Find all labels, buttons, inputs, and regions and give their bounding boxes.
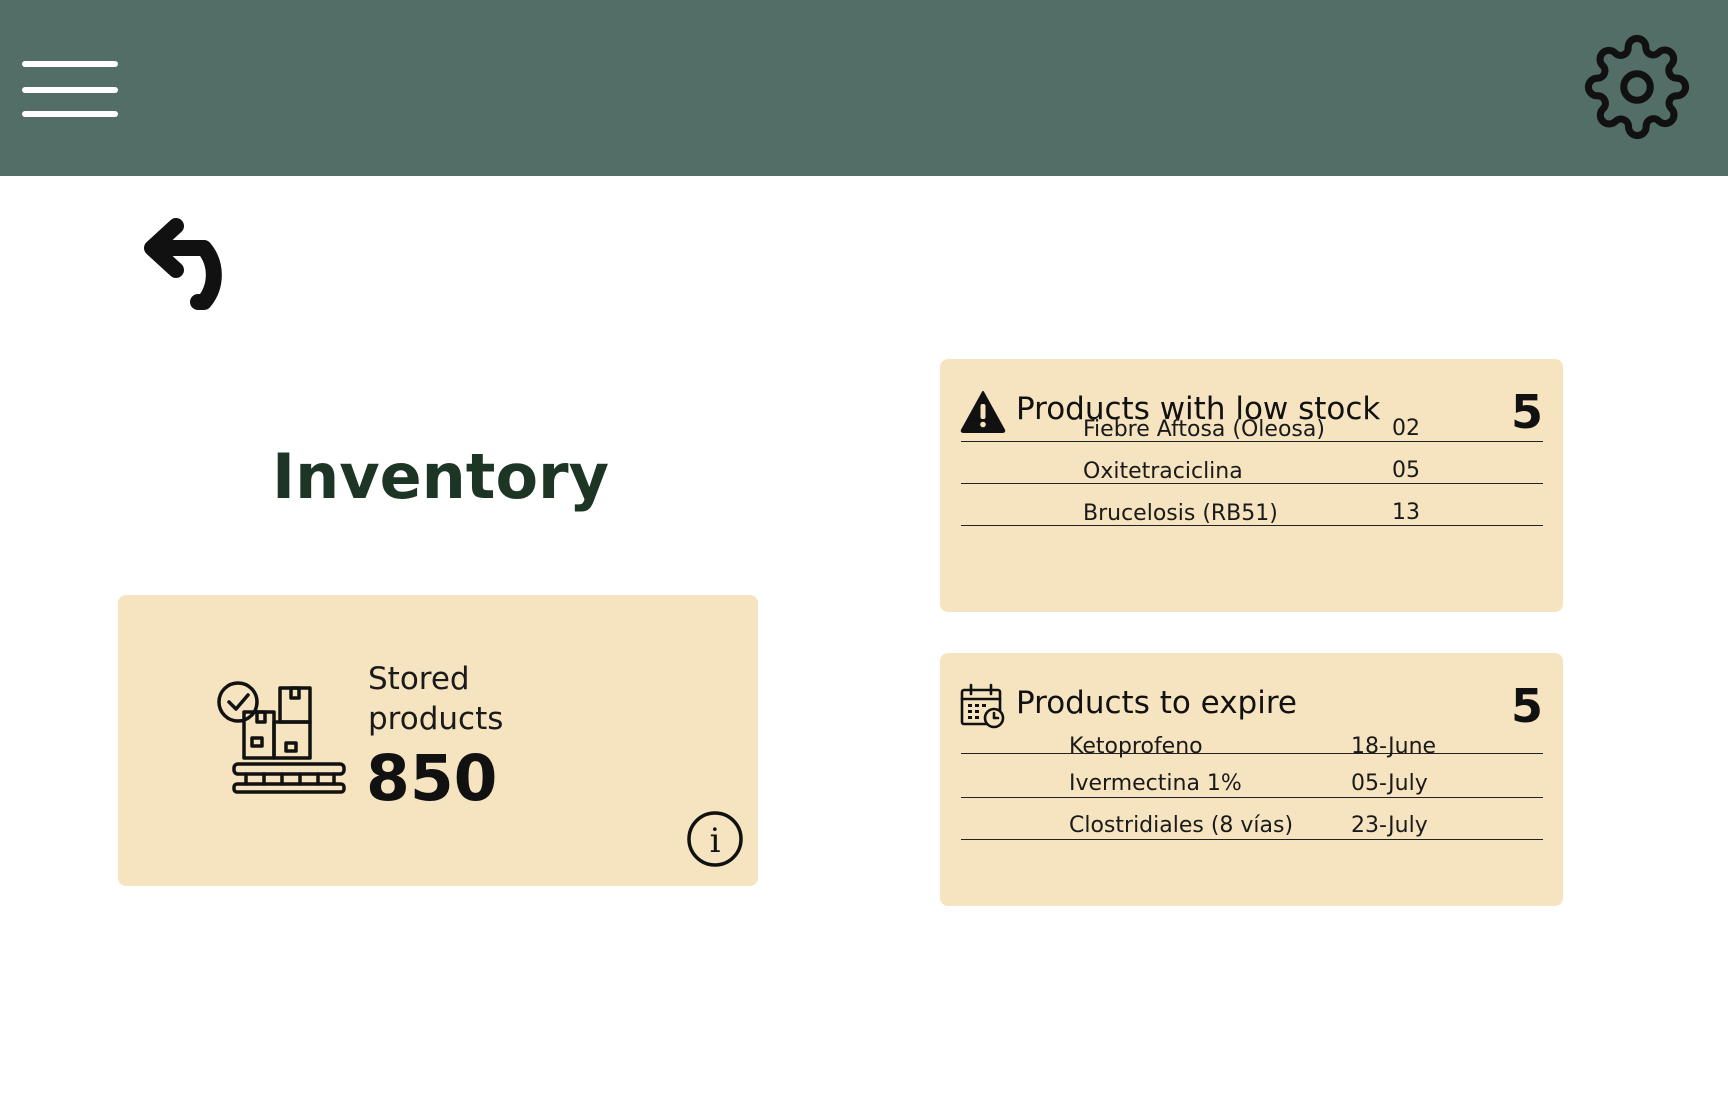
back-button[interactable] [142,218,278,330]
product-quantity: 05 [1392,458,1420,483]
product-name: Oxitetraciclina [1083,459,1243,484]
expiry-date: 05-July [1351,771,1428,796]
expiry-date: 23-July [1351,813,1428,838]
settings-button[interactable] [1584,34,1690,140]
menu-button[interactable] [22,58,118,122]
undo-arrow-icon [144,218,222,310]
product-name: Ivermectina 1% [1069,771,1242,796]
expiring-row[interactable]: Clostridiales (8 vías) 23-July [961,809,1543,840]
gear-icon [1584,34,1690,140]
product-quantity: 13 [1392,500,1420,525]
stored-products-label-line1: Stored [368,661,470,697]
product-name: Clostridiales (8 vías) [1069,813,1294,838]
product-name: Brucelosis (RB51) [1083,501,1278,526]
page-title: Inventory [272,440,610,513]
stored-products-count: 850 [366,742,498,815]
stored-products-label: Stored products [368,659,503,739]
hamburger-menu-icon [22,61,118,117]
top-bar [0,0,1728,176]
stored-products-card: Stored products 850 i [118,595,758,886]
low-stock-row[interactable]: Brucelosis (RB51) 13 [961,495,1543,526]
expiring-row[interactable]: Ketoprofeno 18-June [961,723,1543,759]
low-stock-row[interactable]: Oxitetraciclina 05 [961,453,1543,484]
expiring-row[interactable]: Ivermectina 1% 05-July [961,767,1543,798]
product-name: Ketoprofeno [1069,734,1203,759]
product-quantity: 02 [1392,416,1420,441]
info-icon: i [687,811,743,867]
stored-products-label-line2: products [368,701,504,737]
low-stock-row[interactable]: Fiebre Aftosa (Oleosa) 02 [961,411,1543,442]
product-name: Fiebre Aftosa (Oleosa) [1083,417,1325,442]
svg-text:i: i [710,821,721,861]
expiry-date: 18-June [1351,734,1437,759]
low-stock-panel: Products with low stock 5 Fiebre Aftosa … [940,359,1563,612]
info-button[interactable]: i [686,810,744,868]
expiring-title: Products to expire [1016,685,1297,721]
pallet-boxes-check-icon [217,681,346,794]
expiring-panel: Products to expire 5 Ketoprofeno 18-June… [940,653,1563,906]
